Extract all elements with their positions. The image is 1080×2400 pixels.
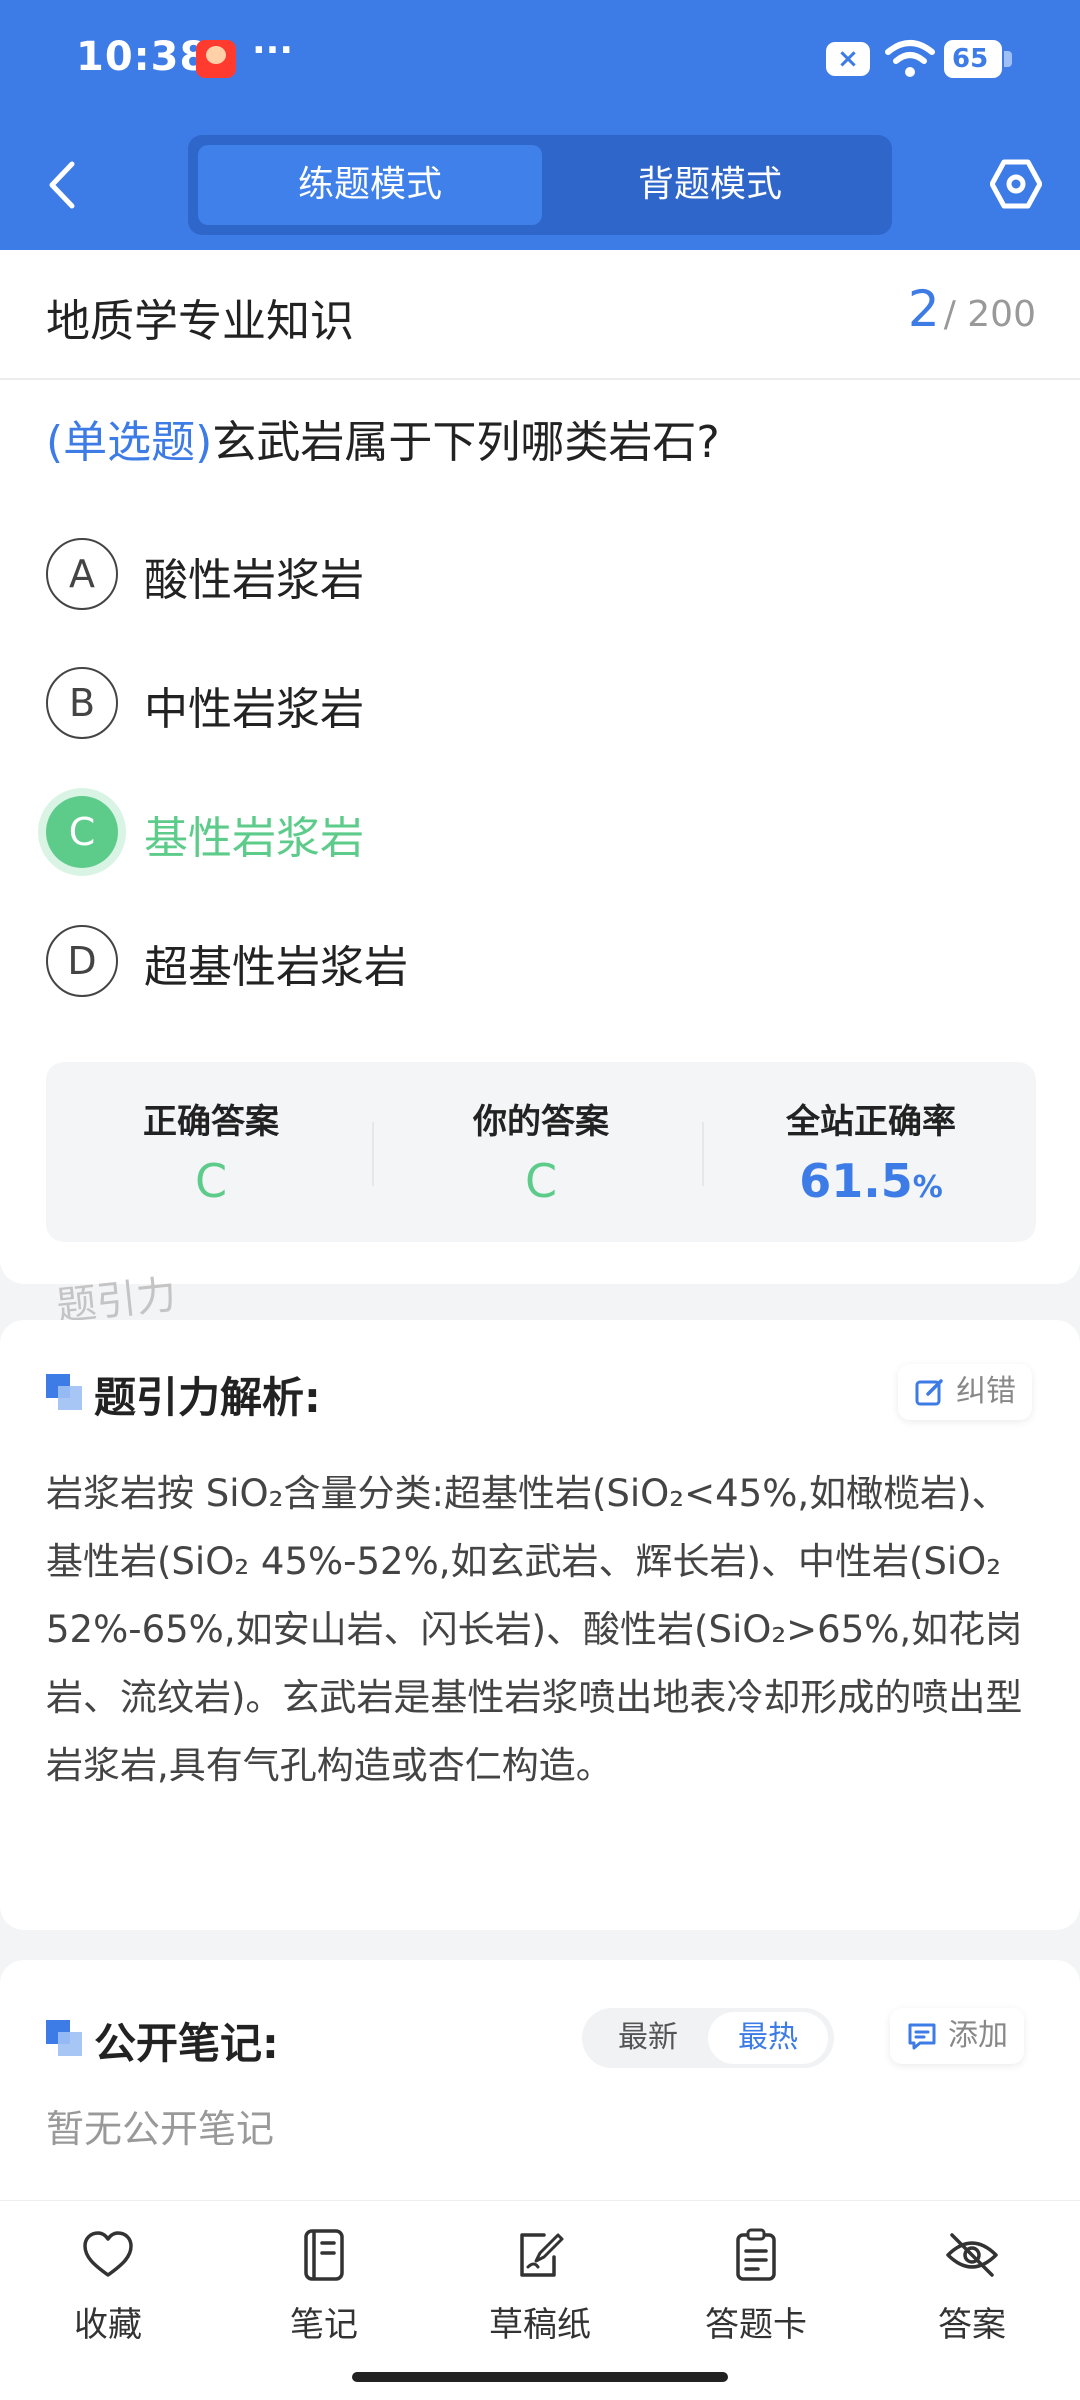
divider — [0, 378, 1080, 380]
your-answer-label: 你的答案 — [473, 1102, 609, 1142]
accuracy-rate-stat: 全站正确率 61.5% — [706, 1062, 1036, 1242]
notes-panel — [0, 1960, 1080, 2200]
section-squares-icon — [46, 2020, 82, 2056]
option-a[interactable]: A 酸性岩浆岩 — [46, 538, 1036, 614]
stat-divider — [702, 1122, 704, 1186]
your-answer-stat: 你的答案 C — [376, 1062, 706, 1242]
option-text: 超基性岩浆岩 — [144, 942, 408, 993]
accuracy-rate-number: 61.5 — [799, 1154, 913, 1208]
report-error-label: 纠错 — [956, 1374, 1016, 1409]
more-notifications-icon: ··· — [252, 30, 294, 71]
nav-favorite[interactable]: 收藏 — [0, 2227, 216, 2357]
status-time: 10:38 — [76, 34, 209, 80]
section-squares-icon — [46, 1374, 82, 1410]
battery-icon: 65 — [944, 40, 1012, 78]
mode-switcher: 练题模式 背题模式 — [188, 135, 892, 235]
tab-memorize-mode[interactable]: 背题模式 — [538, 145, 882, 225]
nav-answer-sheet[interactable]: 答题卡 — [648, 2227, 864, 2357]
nav-draft[interactable]: 草稿纸 — [432, 2227, 648, 2357]
option-letter: C — [46, 796, 118, 868]
nav-answer[interactable]: 答案 — [864, 2227, 1080, 2357]
nav-label: 答题卡 — [705, 2305, 807, 2345]
accuracy-rate-unit: % — [912, 1170, 943, 1205]
add-note-button[interactable]: 添加 — [890, 2008, 1024, 2064]
stat-divider — [372, 1122, 374, 1186]
option-letter: B — [46, 667, 118, 739]
nav-label: 收藏 — [74, 2305, 142, 2345]
option-c-correct[interactable]: C 基性岩浆岩 — [46, 796, 1036, 872]
top-bar: 10:38 ··· × 65 练题模式 背题模式 — [0, 0, 1080, 250]
shopping-app-icon — [196, 40, 236, 78]
answer-sheet-icon — [736, 2228, 776, 2281]
back-arrow-icon[interactable] — [40, 156, 86, 214]
comment-icon — [908, 2023, 936, 2050]
mute-icon: × — [826, 42, 870, 76]
correct-answer-stat: 正确答案 C — [46, 1062, 376, 1242]
nav-label: 草稿纸 — [489, 2305, 591, 2345]
add-note-label: 添加 — [948, 2018, 1008, 2053]
question-body: 玄武岩属于下列哪类岩石? — [212, 417, 720, 468]
tab-practice-mode[interactable]: 练题模式 — [198, 145, 542, 225]
option-letter: A — [46, 538, 118, 610]
correct-answer-label: 正确答案 — [143, 1102, 279, 1142]
option-d[interactable]: D 超基性岩浆岩 — [46, 925, 1036, 1001]
option-text: 中性岩浆岩 — [144, 684, 364, 735]
nav-label: 笔记 — [290, 2305, 358, 2345]
option-b[interactable]: B 中性岩浆岩 — [46, 667, 1036, 743]
bottom-nav: 收藏 笔记 草稿纸 答题卡 答案 — [0, 2200, 1080, 2400]
home-indicator[interactable] — [352, 2372, 728, 2382]
question-counter: 2/ 200 — [908, 280, 1036, 338]
notes-empty-text: 暂无公开笔记 — [46, 2107, 275, 2151]
option-text: 酸性岩浆岩 — [144, 555, 364, 606]
analysis-title: 题引力解析: — [94, 1373, 321, 1422]
draft-icon — [520, 2233, 564, 2277]
accuracy-rate-label: 全站正确率 — [786, 1102, 956, 1142]
edit-icon — [915, 1379, 943, 1406]
nav-notes[interactable]: 笔记 — [216, 2227, 432, 2357]
option-letter: D — [46, 925, 118, 997]
course-title: 地质学专业知识 — [46, 296, 354, 347]
nav-label: 答案 — [938, 2305, 1006, 2345]
question-text: (单选题)玄武岩属于下列哪类岩石? — [46, 406, 1046, 470]
total-questions: / 200 — [943, 294, 1036, 335]
wifi-icon — [885, 40, 935, 77]
eye-off-icon — [946, 2233, 998, 2277]
question-type-label: (单选题) — [46, 417, 213, 468]
option-text: 基性岩浆岩 — [144, 813, 364, 864]
sort-latest-button[interactable]: 最新 — [588, 2012, 708, 2064]
status-bar: 10:38 ··· × 65 — [0, 0, 1080, 120]
analysis-text: 岩浆岩按 SiO₂含量分类:超基性岩(SiO₂<45%,如橄榄岩)、基性岩(Si… — [46, 1472, 1023, 1787]
report-error-button[interactable]: 纠错 — [898, 1364, 1032, 1420]
notes-sort-toggle: 最新 最热 — [582, 2008, 834, 2068]
current-question-number: 2 — [907, 280, 940, 338]
correct-answer-value: C — [194, 1154, 228, 1208]
accuracy-rate-value: 61.5% — [706, 1154, 1036, 1208]
sort-hot-button[interactable]: 最热 — [708, 2012, 828, 2064]
notebook-icon — [304, 2229, 344, 2281]
answer-stats-card: 正确答案 C 你的答案 C 全站正确率 61.5% — [46, 1062, 1036, 1242]
your-answer-value: C — [524, 1154, 558, 1208]
heart-icon — [83, 2231, 133, 2277]
notes-title: 公开笔记: — [94, 2019, 279, 2068]
settings-hexagon-icon[interactable] — [990, 158, 1042, 210]
